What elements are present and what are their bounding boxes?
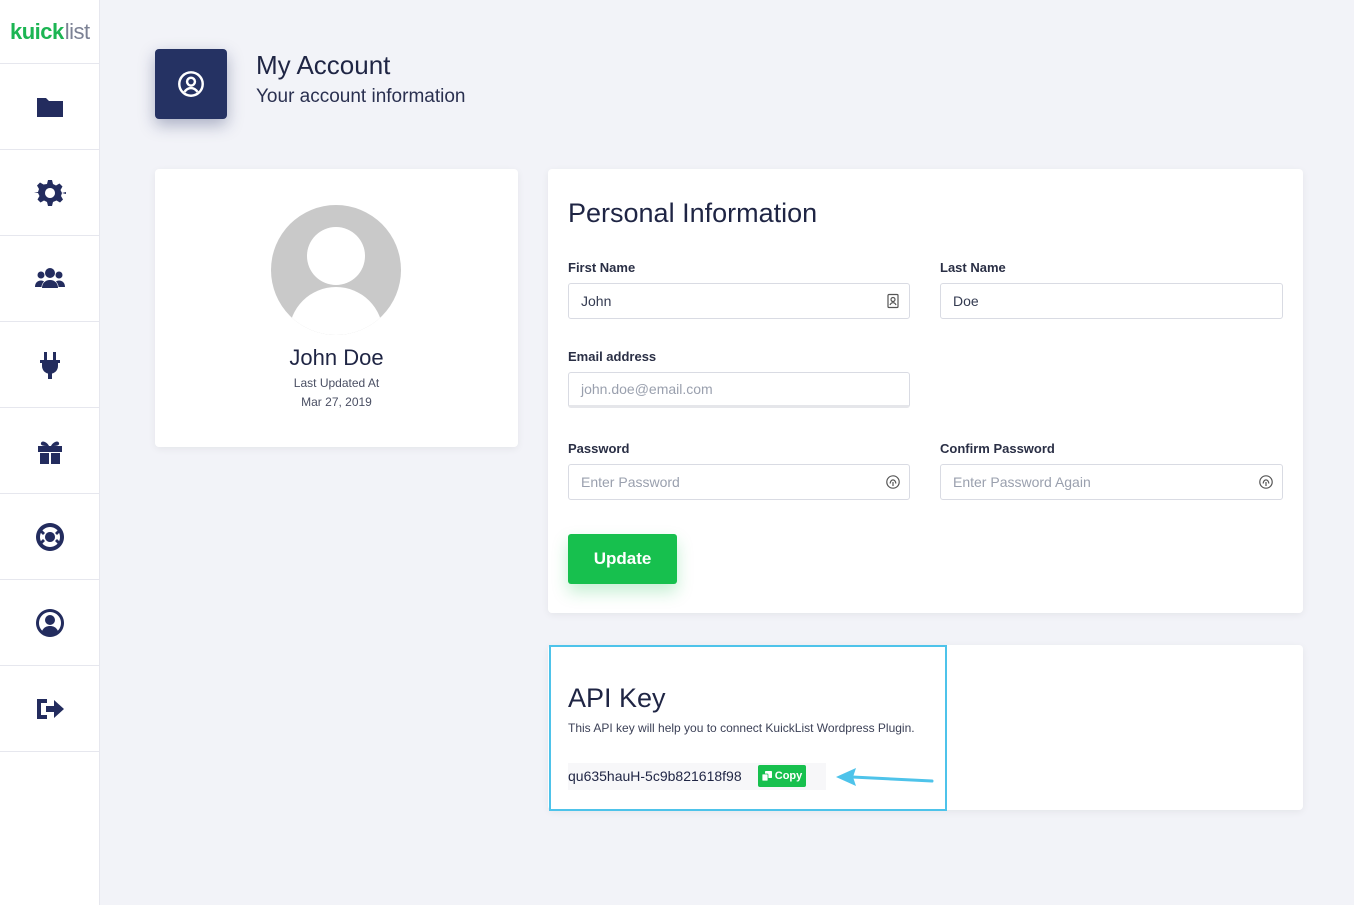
last-name-field[interactable]: Doe (940, 283, 1283, 319)
sidebar-item-support[interactable] (0, 494, 99, 580)
sidebar-item-team[interactable] (0, 236, 99, 322)
sidebar: kuick list (0, 0, 100, 905)
brand-logo[interactable]: kuick list (0, 0, 99, 64)
last-updated-label: Last Updated At (293, 376, 380, 390)
fingerprint-icon (1259, 475, 1273, 489)
sidebar-item-account[interactable] (0, 580, 99, 666)
header-account-icon-tile (155, 49, 227, 119)
sidebar-item-settings[interactable] (0, 150, 99, 236)
users-icon (34, 267, 65, 288)
gear-icon (33, 179, 66, 206)
last-name-value: Doe (953, 293, 979, 309)
password-label: Password (568, 441, 630, 456)
profile-card: John Doe Last Updated At Mar 27, 2019 (155, 169, 518, 447)
first-name-label: First Name (568, 260, 636, 275)
password-field[interactable]: Enter Password (568, 464, 910, 500)
email-field[interactable]: john.doe@email.com (568, 372, 910, 408)
user-circle-icon (35, 608, 64, 637)
personal-information-title: Personal Information (568, 198, 818, 228)
avatar-body-shape (289, 287, 383, 335)
sidebar-item-rewards[interactable] (0, 408, 99, 494)
email-placeholder: john.doe@email.com (581, 381, 713, 397)
email-label: Email address (568, 349, 657, 364)
pointer-arrow-icon (836, 768, 934, 786)
sidebar-item-folders[interactable] (0, 64, 99, 150)
confirm-password-placeholder: Enter Password Again (953, 474, 1091, 490)
gift-icon (37, 441, 62, 464)
plug-icon (39, 351, 60, 379)
last-name-label: Last Name (940, 260, 1006, 275)
page-title: My Account (256, 50, 391, 80)
sidebar-item-integrations[interactable] (0, 322, 99, 408)
sidebar-item-logout[interactable] (0, 666, 99, 752)
page-subtitle: Your account information (256, 86, 466, 107)
logo-bold-text: kuick (10, 18, 64, 44)
user-circle-icon (178, 71, 204, 97)
confirm-password-field[interactable]: Enter Password Again (940, 464, 1283, 500)
logo-light-text: list (64, 18, 90, 44)
confirm-password-label: Confirm Password (940, 441, 1055, 456)
personal-information-card: Personal Information First Name John Las… (548, 169, 1303, 613)
profile-name: John Doe (289, 345, 384, 370)
avatar-head-shape (307, 227, 365, 285)
password-placeholder: Enter Password (581, 474, 680, 490)
contact-card-icon (887, 293, 899, 309)
lifebuoy-icon (35, 522, 64, 551)
first-name-field[interactable]: John (568, 283, 910, 319)
update-button[interactable]: Update (568, 534, 677, 584)
sign-out-icon (36, 698, 64, 719)
first-name-value: John (581, 293, 612, 309)
fingerprint-icon (886, 475, 900, 489)
last-updated-date: Mar 27, 2019 (301, 395, 372, 409)
avatar[interactable] (271, 205, 401, 335)
folder-icon (36, 97, 63, 117)
